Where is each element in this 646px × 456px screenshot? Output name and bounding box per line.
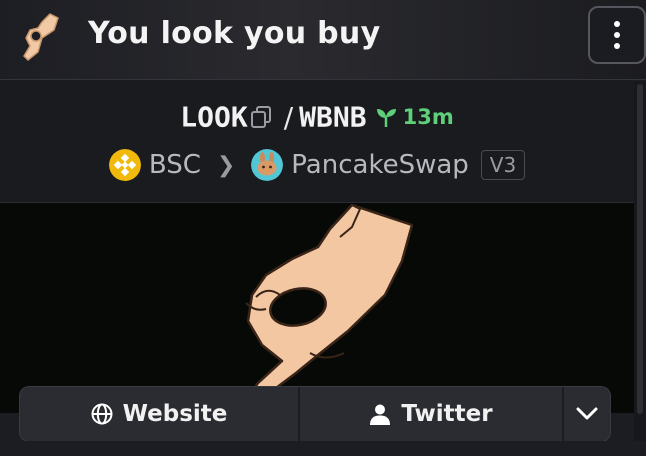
chevron-right-icon: ❯ xyxy=(216,152,236,178)
twitter-label: Twitter xyxy=(401,401,493,427)
links-bar: Website Twitter xyxy=(20,387,610,441)
bottom-strip xyxy=(0,441,646,456)
twitter-button[interactable]: Twitter xyxy=(300,387,564,441)
website-button[interactable]: Website xyxy=(20,387,300,441)
scrollbar-thumb[interactable] xyxy=(637,84,643,414)
sprout-icon xyxy=(376,109,396,127)
more-links-button[interactable] xyxy=(564,387,610,441)
bnb-icon xyxy=(108,149,141,181)
dex-name[interactable]: PancakeSwap xyxy=(291,150,468,180)
chain-info: BSC ❯ PancakeSwap V3 xyxy=(0,147,634,183)
header: You look you buy xyxy=(0,0,646,80)
vertical-dots-icon xyxy=(614,21,620,49)
ok-hand-icon xyxy=(23,13,59,62)
pair-title: LOOK / WBNB 13m xyxy=(0,99,634,134)
token-banner xyxy=(0,202,634,413)
user-icon xyxy=(370,404,391,425)
pancakeswap-icon xyxy=(251,149,284,181)
globe-icon xyxy=(91,403,113,425)
chevron-down-icon xyxy=(576,407,598,420)
copy-icon[interactable] xyxy=(250,105,272,129)
ok-hand-image xyxy=(234,203,414,413)
page-title: You look you buy xyxy=(88,16,381,51)
website-label: Website xyxy=(122,401,228,427)
menu-button[interactable] xyxy=(588,6,646,64)
network-name[interactable]: BSC xyxy=(149,150,201,180)
pair-panel: LOOK / WBNB 13m BSC ❯ PancakeSwap V3 xyxy=(0,81,635,202)
base-token: LOOK xyxy=(180,100,248,134)
pair-separator: / xyxy=(283,100,294,134)
pair-age: 13m xyxy=(402,105,454,129)
version-badge: V3 xyxy=(480,150,526,180)
quote-token: WBNB xyxy=(299,100,367,134)
